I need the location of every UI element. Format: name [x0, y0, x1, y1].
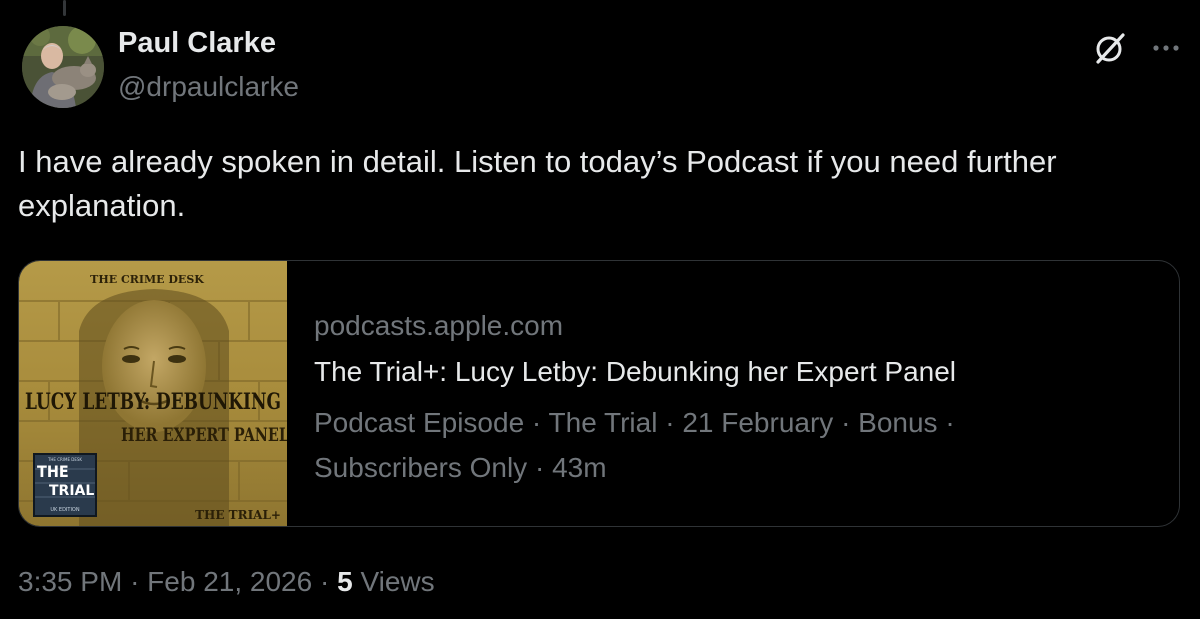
trial-logo-trial: TRIAL: [49, 483, 94, 499]
author-handle[interactable]: @drpaulclarke: [118, 71, 299, 103]
tweet-text: I have already spoken in detail. Listen …: [18, 144, 1057, 223]
card-meta-line2: Subscribers Only · 43m: [314, 452, 607, 483]
tweet-date[interactable]: Feb 21, 2026: [147, 566, 312, 597]
views-label: Views: [360, 566, 435, 597]
author-name[interactable]: Paul Clarke: [118, 27, 276, 60]
tweet-time[interactable]: 3:35 PM: [18, 566, 122, 597]
tweet-timestamp-row: 3:35 PM · Feb 21, 2026 · 5 Views: [18, 566, 435, 598]
link-preview-card[interactable]: THE CRIME DESK LUCY LETBY: DEBUNKING HER…: [18, 260, 1180, 527]
card-meta: Podcast Episode · The Trial · 21 Februar…: [314, 400, 1074, 490]
card-title: The Trial+: Lucy Letby: Debunking her Ex…: [314, 356, 957, 387]
artwork-headline-line2: HER EXPERT PANEL: [121, 424, 287, 446]
the-trial-logo: THE CRIME DESK THE TRIAL UK EDITION: [33, 453, 97, 517]
trial-logo-the: THE: [37, 462, 69, 481]
artwork-top-label: THE CRIME DESK: [90, 273, 204, 286]
more-icon[interactable]: [1148, 32, 1184, 64]
artwork-footer: THE TRIAL+: [195, 508, 281, 522]
avatar[interactable]: [22, 26, 104, 108]
card-meta-line1: Podcast Episode · The Trial · 21 Februar…: [314, 407, 955, 438]
grok-icon[interactable]: [1092, 30, 1128, 66]
podcast-artwork: THE CRIME DESK LUCY LETBY: DEBUNKING HER…: [19, 261, 287, 526]
card-domain: podcasts.apple.com: [314, 310, 564, 341]
views-count: 5: [337, 566, 353, 597]
artwork-headline-line1: LUCY LETBY: DEBUNKING: [25, 389, 281, 415]
separator: ·: [319, 566, 330, 597]
avatar-photo: [22, 26, 104, 108]
thread-connector-line: [63, 0, 66, 16]
separator: ·: [130, 566, 140, 597]
trial-logo-small-bottom: UK EDITION: [50, 507, 79, 513]
